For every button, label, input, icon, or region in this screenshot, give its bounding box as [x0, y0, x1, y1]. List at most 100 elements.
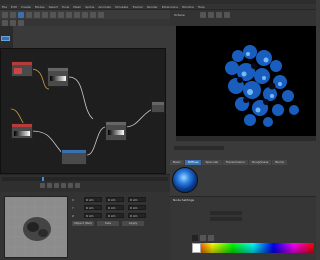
- gradient-node-2[interactable]: [105, 121, 127, 141]
- mini-viewport-render: [5, 197, 67, 257]
- deformer-icon[interactable]: [82, 11, 88, 18]
- blend-node[interactable]: [61, 149, 87, 165]
- camera-icon[interactable]: [90, 11, 96, 18]
- render-refresh-icon[interactable]: [224, 12, 230, 18]
- render-start-icon[interactable]: [200, 12, 206, 18]
- output-node[interactable]: [151, 101, 165, 113]
- node-frame-icon[interactable]: [18, 19, 24, 26]
- coord-buttons: Object (Rel) Size Apply: [72, 220, 168, 227]
- coord-field[interactable]: 0 cm: [128, 213, 146, 218]
- move-tool-icon[interactable]: [18, 11, 24, 18]
- viewport-mode-label: Octane: [174, 14, 185, 17]
- menu-item-spline[interactable]: Spline: [85, 5, 94, 9]
- node-editor-canvas[interactable]: [0, 48, 166, 174]
- coord-field[interactable]: 0 cm: [84, 213, 102, 218]
- object-rel-dropdown[interactable]: Object (Rel): [72, 221, 94, 226]
- coordinates-panel: X 0 cm 0 cm 0 cm Y 0 cm 0 cm 0 cm Z 0 cm…: [72, 196, 168, 258]
- render-status-bar: [176, 136, 316, 141]
- menu-item-file[interactable]: File: [2, 5, 7, 9]
- color-picker-handle[interactable]: [192, 243, 201, 253]
- gradient-delete-icon[interactable]: [208, 235, 214, 241]
- mini-viewport[interactable]: [4, 196, 68, 258]
- coord-field[interactable]: 0 cm: [128, 197, 146, 202]
- menu-item-edit[interactable]: Edit: [11, 5, 17, 9]
- render-icon[interactable]: [42, 11, 48, 18]
- gradient-type-dropdown[interactable]: [210, 217, 242, 221]
- menu-item-extensions[interactable]: Extensions: [162, 5, 178, 9]
- menu-item-tools[interactable]: Tools: [62, 5, 69, 9]
- time-cursor[interactable]: [42, 177, 44, 181]
- render-stop-icon[interactable]: [208, 12, 214, 18]
- node-header: [12, 124, 32, 127]
- node-arrange-icon[interactable]: [10, 19, 16, 26]
- size-dropdown[interactable]: Size: [97, 221, 119, 226]
- spline-icon[interactable]: [66, 11, 72, 18]
- gradient-knot-icon[interactable]: [192, 235, 198, 241]
- node-add-icon[interactable]: [2, 19, 8, 26]
- coord-row: Y 0 cm 0 cm 0 cm: [72, 204, 168, 211]
- menu-item-render[interactable]: Render: [147, 5, 158, 9]
- node-header: [62, 150, 86, 153]
- light-icon[interactable]: [98, 11, 104, 18]
- undo-icon[interactable]: [2, 11, 8, 18]
- coord-field[interactable]: 0 cm: [128, 205, 146, 210]
- coord-field[interactable]: 0 cm: [106, 197, 124, 202]
- node-header: [152, 102, 164, 105]
- menu-item-modes[interactable]: Modes: [35, 5, 45, 9]
- menu-item-help[interactable]: Help: [198, 5, 205, 9]
- node-header: [12, 62, 32, 65]
- tab-transmission[interactable]: Transmission: [222, 160, 248, 165]
- coord-field[interactable]: 0 cm: [106, 205, 124, 210]
- cube-icon[interactable]: [58, 11, 64, 18]
- transport-controls: [40, 183, 80, 189]
- step-back-icon[interactable]: [47, 183, 52, 188]
- render-viewport[interactable]: [176, 26, 316, 136]
- gradient-add-icon[interactable]: [200, 235, 206, 241]
- gradient-preview: [50, 76, 66, 81]
- generator-icon[interactable]: [74, 11, 80, 18]
- redo-icon[interactable]: [10, 11, 16, 18]
- menu-item-animate[interactable]: Animate: [98, 5, 111, 9]
- render-settings-icon[interactable]: [50, 11, 56, 18]
- go-to-start-icon[interactable]: [40, 183, 45, 188]
- tab-bump[interactable]: Bump: [272, 160, 288, 165]
- go-to-end-icon[interactable]: [68, 183, 73, 188]
- node-editor-toolbar: [0, 19, 170, 26]
- interpolation-dropdown[interactable]: [210, 211, 242, 215]
- tab-specular[interactable]: Specular: [202, 160, 222, 165]
- node-settings-title: Node Settings: [173, 199, 195, 202]
- color-spectrum[interactable]: [192, 243, 314, 253]
- coord-field[interactable]: 0 cm: [84, 205, 102, 210]
- gradient-node[interactable]: [47, 67, 69, 87]
- scale-tool-icon[interactable]: [26, 11, 32, 18]
- selected-tool-icon[interactable]: [1, 36, 10, 41]
- color-node-b[interactable]: [11, 123, 33, 139]
- menu-item-create[interactable]: Create: [21, 5, 31, 9]
- menu-item-tracker[interactable]: Tracker: [132, 5, 143, 9]
- coord-field[interactable]: 0 cm: [84, 197, 102, 202]
- apply-button[interactable]: Apply: [122, 221, 144, 226]
- render-settings-icon[interactable]: [216, 12, 222, 18]
- menu-item-select[interactable]: Select: [49, 5, 58, 9]
- timeline: [0, 174, 170, 192]
- material-name-field[interactable]: [174, 146, 224, 150]
- menu-item-mesh[interactable]: Mesh: [73, 5, 81, 9]
- play-icon[interactable]: [54, 183, 59, 188]
- time-ruler[interactable]: [2, 177, 168, 181]
- coord-label: Z: [72, 213, 75, 218]
- node-header: [106, 122, 126, 125]
- coord-field[interactable]: 0 cm: [106, 213, 124, 218]
- menu-item-simulate[interactable]: Simulate: [115, 5, 128, 9]
- record-icon[interactable]: [75, 183, 80, 188]
- step-forward-icon[interactable]: [61, 183, 66, 188]
- tab-basic[interactable]: Basic: [170, 160, 184, 165]
- color-node-a[interactable]: [11, 61, 33, 77]
- color-swatch: [14, 68, 22, 74]
- rotate-tool-icon[interactable]: [34, 11, 40, 18]
- material-preview-sphere: [172, 167, 198, 193]
- tab-diffuse[interactable]: Diffuse: [184, 160, 202, 165]
- coord-row: X 0 cm 0 cm 0 cm: [72, 196, 168, 203]
- tab-roughness[interactable]: Roughness: [249, 160, 272, 165]
- menu-item-window[interactable]: Window: [182, 5, 194, 9]
- material-tabs: Basic Diffuse Specular Transmission Roug…: [170, 160, 288, 165]
